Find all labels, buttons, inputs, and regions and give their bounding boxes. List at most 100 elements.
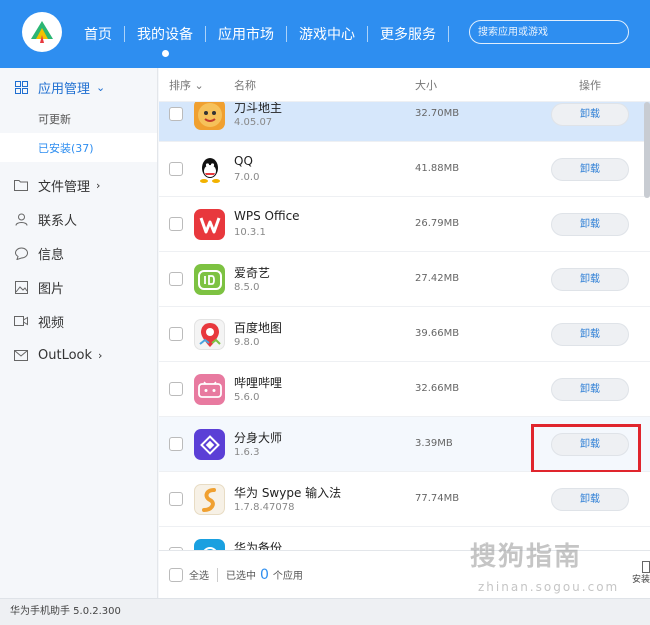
- sidebar-item-label: 联系人: [38, 213, 78, 229]
- selected-prefix: 已选中: [226, 571, 256, 582]
- qq-icon: [194, 154, 225, 185]
- app-size: 27.42MB: [415, 273, 460, 284]
- sidebar-item-photos[interactable]: 图片: [0, 270, 157, 304]
- select-all-label[interactable]: 全选: [189, 567, 209, 582]
- chevron-down-icon: ⌄: [194, 78, 204, 92]
- app-version: 5.6.0: [234, 392, 260, 403]
- sidebar-sub-updatable[interactable]: 可更新: [0, 104, 157, 133]
- sidebar-item-contacts[interactable]: 联系人: [0, 202, 157, 236]
- bilibili-icon: [194, 374, 225, 405]
- app-size: 32.70MB: [415, 108, 460, 119]
- app-version: 1.6.3: [234, 447, 260, 458]
- table-header: 排序 ⌄ 名称 大小 操作: [159, 68, 650, 102]
- select-all-checkbox[interactable]: [169, 567, 183, 582]
- row-checkbox[interactable]: [169, 327, 183, 341]
- swype-icon: [194, 484, 225, 515]
- uninstall-button[interactable]: 卸载: [551, 268, 629, 291]
- sidebar-item-label: 图片: [38, 281, 65, 297]
- install-button[interactable]: 安装: [632, 561, 650, 587]
- video-icon: [14, 314, 28, 328]
- row-checkbox[interactable]: [169, 162, 183, 176]
- wps-icon: [194, 209, 225, 240]
- uninstall-button[interactable]: 卸载: [551, 323, 629, 346]
- chevron-down-icon: ⌄: [96, 80, 106, 94]
- uninstall-button[interactable]: 卸载: [551, 378, 629, 401]
- top-bar: 首页 我的设备 应用市场 游戏中心 更多服务: [0, 0, 650, 68]
- size-header: 大小: [415, 78, 437, 92]
- mail-icon: [14, 348, 28, 362]
- sidebar-item-label: 应用管理: [38, 81, 91, 97]
- doudizhu-icon: [194, 99, 225, 130]
- search-input[interactable]: [469, 20, 629, 44]
- nav-app-market[interactable]: 应用市场: [206, 0, 286, 68]
- app-name: 华为 Swype 输入法: [234, 486, 342, 500]
- app-name: 华为备份: [234, 541, 283, 550]
- sidebar-item-outlook[interactable]: OutLook ›: [0, 338, 157, 372]
- app-name: 百度地图: [234, 321, 283, 335]
- uninstall-button[interactable]: 卸载: [551, 158, 629, 181]
- table-row[interactable]: 华为 Swype 输入法 1.7.8.47078 77.74MB 卸载: [159, 472, 650, 527]
- row-checkbox[interactable]: [169, 107, 183, 121]
- install-icon: [642, 561, 650, 573]
- row-checkbox[interactable]: [169, 382, 183, 396]
- sidebar-item-videos[interactable]: 视频: [0, 304, 157, 338]
- row-checkbox[interactable]: [169, 217, 183, 231]
- app-size: 39.66MB: [415, 328, 460, 339]
- sort-header[interactable]: 排序 ⌄: [169, 77, 204, 93]
- table-row[interactable]: 分身大师 1.6.3 3.39MB 卸载: [159, 417, 650, 473]
- app-size: 41.88MB: [415, 163, 460, 174]
- grid-icon: [14, 80, 28, 94]
- nav-divider: [448, 26, 449, 42]
- chevron-right-icon: ›: [96, 178, 101, 192]
- row-checkbox[interactable]: [169, 437, 183, 451]
- app-name: 哔哩哔哩: [234, 376, 283, 390]
- nav-more-services[interactable]: 更多服务: [368, 0, 448, 68]
- selected-count: 0: [260, 566, 269, 583]
- app-size: 3.39MB: [415, 438, 453, 449]
- action-header: 操作: [579, 78, 601, 92]
- app-name: WPS Office: [234, 209, 300, 223]
- table-row[interactable]: WPS Office 10.3.1 26.79MB 卸载: [159, 197, 650, 252]
- install-label: 安装: [631, 575, 650, 585]
- sidebar-item-file-management[interactable]: 文件管理 ›: [0, 168, 157, 202]
- image-icon: [14, 280, 28, 294]
- sidebar-sub-installed[interactable]: 已安装(37): [0, 133, 157, 162]
- sidebar-item-app-management[interactable]: 应用管理 ⌄: [0, 70, 157, 104]
- app-version: 7.0.0: [234, 172, 260, 183]
- main-nav: 首页 我的设备 应用市场 游戏中心 更多服务: [72, 0, 449, 68]
- table-row[interactable]: QQ 7.0.0 41.88MB 卸载: [159, 142, 650, 197]
- fenshen-icon: [194, 429, 225, 460]
- app-name: 分身大师: [234, 431, 283, 445]
- folder-icon: [14, 178, 28, 192]
- chat-bubble-icon: [14, 246, 28, 260]
- iqiyi-icon: [194, 264, 225, 295]
- app-size: 32.66MB: [415, 383, 460, 394]
- baidumap-icon: [194, 319, 225, 350]
- table-row[interactable]: 爱奇艺 8.5.0 27.42MB 卸载: [159, 252, 650, 307]
- app-list-panel: 排序 ⌄ 名称 大小 操作 刀斗地主 4.05.07 32.70MB 卸载 QQ…: [159, 68, 650, 550]
- sidebar-item-label: 视频: [38, 315, 65, 331]
- app-rows: 刀斗地主 4.05.07 32.70MB 卸载 QQ 7.0.0 41.88MB…: [159, 87, 650, 550]
- nav-home[interactable]: 首页: [72, 0, 124, 68]
- app-size: 26.79MB: [415, 218, 460, 229]
- nav-game-center[interactable]: 游戏中心: [287, 0, 367, 68]
- row-checkbox[interactable]: [169, 272, 183, 286]
- table-row[interactable]: 哔哩哔哩 5.6.0 32.66MB 卸载: [159, 362, 650, 417]
- sidebar: 应用管理 ⌄ 可更新 已安装(37) 文件管理 › 联系人 信息 图片 视频 O…: [0, 68, 158, 598]
- scrollbar[interactable]: [644, 102, 650, 198]
- highlight-box: [531, 424, 641, 473]
- app-name: 爱奇艺: [234, 266, 271, 280]
- row-checkbox[interactable]: [169, 492, 183, 506]
- uninstall-button[interactable]: 卸载: [551, 103, 629, 126]
- person-icon: [14, 212, 28, 226]
- uninstall-button[interactable]: 卸载: [551, 213, 629, 236]
- table-row[interactable]: 百度地图 9.8.0 39.66MB 卸载: [159, 307, 650, 362]
- app-version: 8.5.0: [234, 282, 260, 293]
- sidebar-item-messages[interactable]: 信息: [0, 236, 157, 270]
- nav-my-device[interactable]: 我的设备: [125, 0, 205, 68]
- app-logo: [22, 12, 62, 52]
- backup-icon: [194, 539, 225, 550]
- watermark-logo: 搜狗指南: [470, 542, 583, 572]
- app-version: 10.3.1: [234, 227, 266, 238]
- uninstall-button[interactable]: 卸载: [551, 488, 629, 511]
